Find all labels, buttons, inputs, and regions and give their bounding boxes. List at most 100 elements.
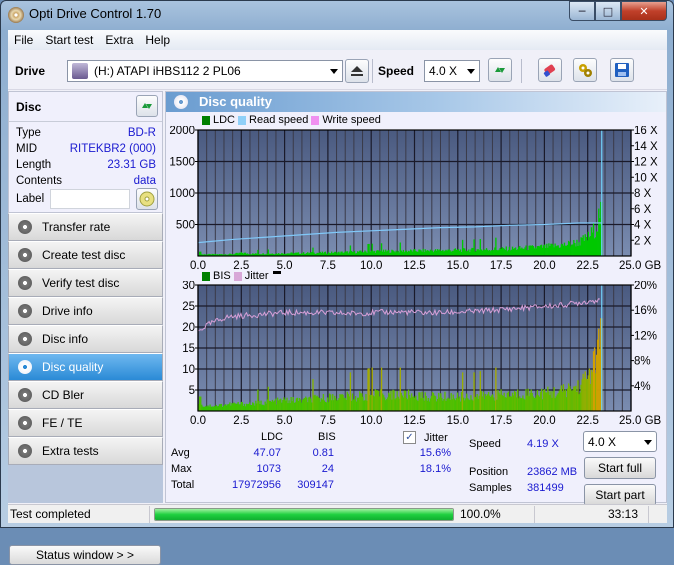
panel-header: Disc quality — [166, 92, 666, 112]
x-tick-label: 20.0 — [533, 260, 555, 272]
status-text: Test completed — [10, 507, 91, 521]
speed-select[interactable]: 4.0 X — [424, 60, 480, 82]
row-total-label: Total — [171, 479, 195, 491]
legend-ldc: LDC — [213, 114, 236, 126]
nav-item-label: FE / TE — [42, 416, 83, 430]
speed-value: 4.0 X — [429, 64, 458, 78]
max-jitter: 18.1% — [419, 463, 451, 475]
menu-file[interactable]: File — [8, 33, 39, 47]
y-tick-label: 15 — [182, 343, 195, 355]
max-bis: 24 — [321, 463, 334, 475]
disc-test-icon — [18, 388, 32, 402]
max-ldc: 1073 — [256, 463, 281, 475]
divider — [648, 506, 649, 523]
minimize-button[interactable]: ─ — [569, 1, 595, 21]
legend-marker — [272, 270, 281, 274]
test-speed-select[interactable]: 4.0 X — [583, 431, 657, 452]
disc-test-icon — [18, 444, 32, 458]
y2-tick-label: 2 X — [634, 235, 652, 247]
nav-item-cd-bler[interactable]: CD Bler — [8, 381, 163, 409]
left-panel: Disc Type BD-R MID RITEKBR2 (000) Length 23… — [8, 91, 163, 565]
nav-item-label: Disc quality — [42, 360, 104, 374]
nav-item-transfer-rate[interactable]: Transfer rate — [8, 213, 163, 241]
nav-item-create-test-disc[interactable]: Create test disc — [8, 241, 163, 269]
divider — [149, 506, 150, 523]
x-tick-label: 22.5 — [577, 415, 599, 427]
disc-label-button[interactable] — [136, 188, 158, 210]
jitter-checkbox[interactable]: ✓ — [403, 431, 416, 444]
nav-item-verify-test-disc[interactable]: Verify test disc — [8, 269, 163, 297]
title-bar: Opti Drive Control 1.70 ─ □ ✕ — [1, 1, 673, 29]
save-button[interactable] — [610, 58, 634, 82]
nav-item-disc-info[interactable]: Disc info — [8, 325, 163, 353]
disc-test-icon — [18, 248, 32, 262]
jitter-label: Jitter — [424, 432, 448, 444]
total-ldc: 17972956 — [232, 479, 281, 491]
panel-title: Disc quality — [199, 94, 272, 109]
status-window-button[interactable]: Status window > > — [9, 545, 161, 565]
disc-info-box: Disc Type BD-R MID RITEKBR2 (000) Length 23… — [8, 91, 163, 213]
menu-extra[interactable]: Extra — [99, 33, 139, 47]
x-tick-label: 2.5 — [233, 415, 249, 427]
field-value: data — [133, 175, 156, 187]
jitter-swatch — [233, 271, 242, 281]
chevron-down-icon — [644, 440, 652, 445]
row-max-label: Max — [171, 463, 192, 475]
client-area: File Start test Extra Help Drive (H:) AT… — [8, 30, 667, 565]
refresh-disc-button[interactable] — [136, 95, 158, 117]
app-window: Opti Drive Control 1.70 ─ □ ✕ File Start… — [0, 0, 674, 565]
y-tick-label: 10 — [182, 364, 195, 376]
x-tick-label: 15.0 — [447, 260, 469, 272]
speed-label: Speed — [378, 64, 415, 78]
ldc-swatch — [202, 115, 210, 125]
erase-button[interactable] — [538, 58, 562, 82]
disc-mid-row: MID RITEKBR2 (000) — [16, 143, 156, 159]
disc-test-icon — [18, 276, 32, 290]
nav-item-fe-te[interactable]: FE / TE — [8, 409, 163, 437]
avg-bis: 0.81 — [312, 447, 334, 459]
nav-item-label: Disc info — [42, 332, 89, 346]
menu-start-test[interactable]: Start test — [39, 33, 99, 47]
disc-test-icon — [18, 360, 32, 374]
x-tick-label: 17.5 — [490, 415, 512, 427]
y2-tick-label: 20% — [634, 281, 657, 292]
close-button[interactable]: ✕ — [621, 1, 667, 21]
x-tick-label: 10.0 — [360, 415, 382, 427]
y-tick-label: 5 — [189, 385, 195, 397]
maximize-button[interactable]: □ — [595, 1, 621, 21]
y2-tick-label: 12% — [634, 330, 657, 342]
disc-test-icon — [18, 220, 32, 234]
chevron-down-icon — [467, 69, 475, 74]
drive-icon — [72, 63, 88, 79]
read-speed-swatch — [238, 115, 247, 125]
app-disc-icon — [8, 7, 24, 23]
label-input[interactable] — [50, 189, 130, 209]
nav-item-extra-tests[interactable]: Extra tests — [8, 437, 163, 465]
refresh-speed-button[interactable] — [488, 58, 512, 82]
start-full-button[interactable]: Start full — [584, 457, 656, 479]
disc-test-icon — [18, 332, 32, 346]
settings-icon — [579, 64, 592, 77]
menu-help[interactable]: Help — [139, 33, 176, 47]
start-part-button[interactable]: Start part — [584, 484, 656, 506]
cd-icon — [139, 191, 155, 207]
y2-tick-label: 8% — [634, 356, 651, 368]
eject-icon — [351, 66, 363, 76]
y-tick-label: 1500 — [169, 157, 195, 169]
avg-ldc: 47.07 — [253, 447, 281, 459]
progress-text: 100.0% — [460, 507, 501, 521]
y2-tick-label: 14 X — [634, 141, 658, 153]
eject-button[interactable] — [345, 59, 369, 83]
drive-select[interactable]: (H:) ATAPI iHBS112 2 PL06 — [67, 60, 343, 82]
nav-item-disc-quality[interactable]: Disc quality — [8, 353, 163, 381]
y-tick-label: 2000 — [169, 126, 195, 137]
x-tick-label: 25.0 GB — [619, 415, 662, 427]
x-tick-label: 12.5 — [403, 415, 425, 427]
settings-button[interactable] — [573, 58, 597, 82]
nav-item-drive-info[interactable]: Drive info — [8, 297, 163, 325]
divider — [534, 506, 535, 523]
total-bis: 309147 — [297, 479, 334, 491]
x-tick-label: 5.0 — [277, 415, 293, 427]
field-key: Type — [16, 127, 41, 139]
x-tick-label: 15.0 — [447, 415, 469, 427]
